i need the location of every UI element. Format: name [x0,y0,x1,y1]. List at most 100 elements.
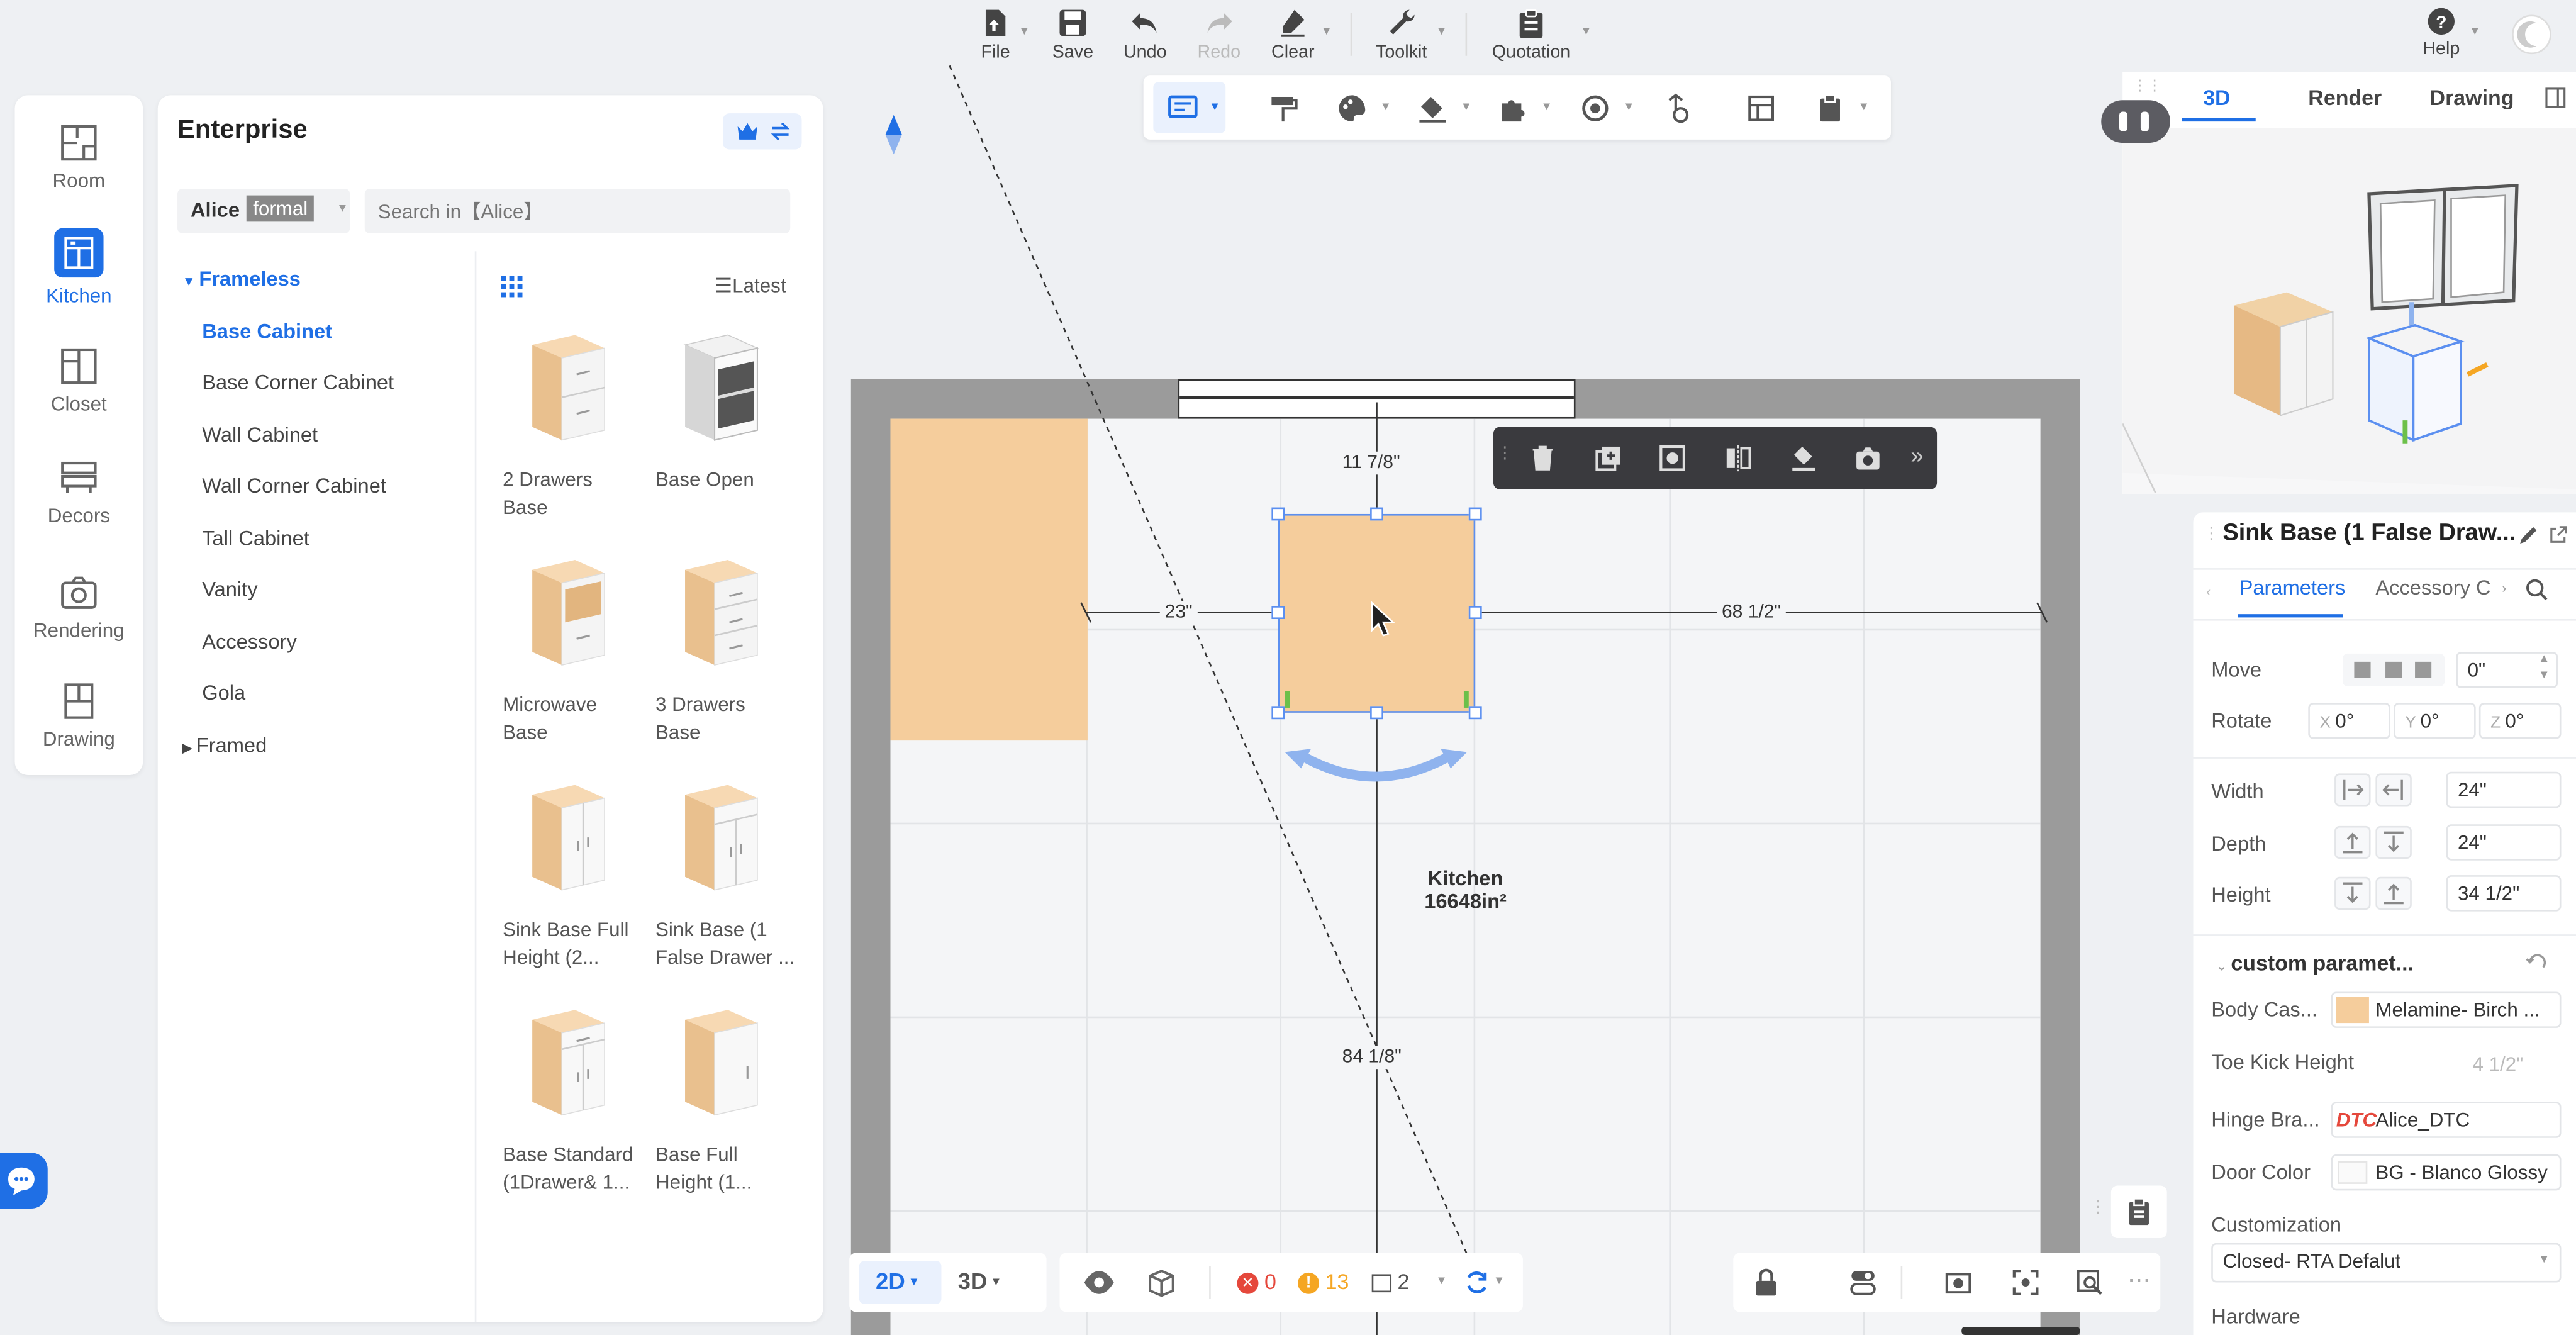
side-clipboard-button[interactable] [2110,1185,2167,1239]
product-card[interactable]: Microwave Base [503,550,654,747]
more-tools-icon[interactable]: » [1910,442,1923,468]
clipboard-tool-icon[interactable] [1814,92,1846,125]
category-accessory[interactable]: Accessory [202,630,297,654]
group-frameless[interactable]: ▼ Frameless [182,267,301,291]
tab-render[interactable]: Render [2308,86,2382,110]
product-card[interactable]: Base Open [655,325,806,494]
rotate-y-input[interactable]: Y 0° [2394,703,2476,739]
nav-closet[interactable]: Closet [15,345,143,415]
popout-icon[interactable] [2550,525,2568,544]
duplicate-icon[interactable] [1593,444,1623,473]
dimension-label-right[interactable]: 68 1/2" [1717,601,1786,624]
preview-grip-icon[interactable]: ⋮⋮ [2133,77,2162,96]
reset-icon[interactable] [2525,952,2548,976]
category-tall-cabinet[interactable]: Tall Cabinet [202,527,309,550]
dimension-label-bottom[interactable]: 84 1/8" [1337,1046,1407,1070]
recycle-icon[interactable] [1659,92,1692,125]
sort-latest[interactable]: ☰Latest [715,274,786,298]
category-wall-cabinet[interactable]: Wall Cabinet [202,423,318,447]
product-card[interactable]: Base Standard (1Drawer& 1... [503,1000,654,1197]
expand-panel-icon[interactable] [2545,87,2566,108]
tabs-prev-icon[interactable]: ‹ [2206,584,2211,599]
resize-handle[interactable] [1370,507,1383,521]
brand-select[interactable]: Alice formal ▼ [177,189,350,233]
resize-handle[interactable] [1468,606,1482,620]
toggle-icon[interactable] [1848,1268,1878,1297]
target-icon[interactable] [1579,92,1612,125]
tab-drawing[interactable]: Drawing [2430,86,2514,110]
library-switch[interactable] [723,113,802,150]
dimension-label-left[interactable]: 23" [1159,601,1198,624]
width-anchor-right[interactable] [2375,773,2412,807]
chat-button[interactable] [0,1153,48,1209]
view-3d-button[interactable]: 3D ▼ [958,1268,1002,1294]
lock-icon[interactable] [1751,1268,1781,1297]
layer-count[interactable]: 2 [1371,1270,1409,1294]
width-anchor-left[interactable] [2334,773,2371,807]
hinge-select[interactable]: DTC Alice_DTC [2331,1102,2562,1138]
nav-rendering[interactable]: Rendering [15,571,143,642]
toggle-preview-button[interactable] [2101,100,2170,143]
height-input[interactable]: 34 1/2" [2446,875,2562,912]
category-vanity[interactable]: Vanity [202,578,257,601]
resize-handle[interactable] [1271,507,1285,521]
height-anchor-bottom[interactable] [2375,876,2412,910]
warning-count[interactable]: ! 13 [1298,1270,1349,1294]
nav-kitchen[interactable]: Kitchen [15,226,143,307]
depth-input[interactable]: 24" [2446,824,2562,861]
product-card[interactable]: 2 Drawers Base [503,325,654,522]
quotation-caret-icon[interactable]: ▼ [1580,26,1592,38]
resize-handle[interactable] [1370,706,1383,720]
move-input[interactable]: 0" ▲ ▼ [2456,652,2558,688]
help-caret-icon[interactable]: ▼ [2469,26,2480,38]
layout-icon[interactable] [1745,92,1778,125]
dimension-label-top[interactable]: 11 7/8" [1337,451,1405,475]
depth-anchor-front[interactable] [2334,825,2371,859]
screenshot-icon[interactable] [1944,1268,1973,1297]
mirror-icon[interactable] [1724,444,1753,473]
delete-icon[interactable] [1528,444,1558,473]
category-base-cabinet[interactable]: Base Cabinet [202,320,332,344]
scroll-indicator[interactable] [1961,1326,2080,1335]
category-wall-corner-cabinet[interactable]: Wall Corner Cabinet [202,474,386,498]
camera-settings-icon[interactable] [1853,444,1883,473]
resize-handle[interactable] [1271,706,1285,720]
move-direction-buttons[interactable] [2343,653,2445,687]
drag-grip-icon[interactable]: ⋮ [1497,445,1513,463]
help-button[interactable]: ? Help [2405,6,2477,59]
avatar[interactable] [2512,14,2551,55]
library-search-input[interactable] [364,189,791,233]
resize-handle[interactable] [1468,507,1482,521]
room-label[interactable]: Kitchen 16648in² [1400,867,1531,913]
width-input[interactable]: 24" [2446,771,2562,808]
fit-view-icon[interactable] [2011,1268,2041,1297]
nav-room[interactable]: Room [15,121,143,192]
toe-kick-value[interactable]: 4 1/2" [2472,1053,2523,1076]
category-gola[interactable]: Gola [202,681,245,705]
nav-drawing[interactable]: Drawing [15,680,143,751]
resize-handle[interactable] [1271,606,1285,620]
sync-icon[interactable] [1464,1270,1490,1296]
material-brush-icon[interactable] [1789,444,1819,473]
depth-anchor-back[interactable] [2375,825,2412,859]
tab-3d[interactable]: 3D [2203,86,2230,110]
body-case-select[interactable]: Melamine- Birch ... [2331,991,2562,1028]
custom-params-section[interactable]: ⌄ custom paramet... [2216,951,2414,975]
height-anchor-top[interactable] [2334,876,2371,910]
box-icon[interactable] [1147,1268,1176,1297]
resize-handle[interactable] [1468,706,1482,720]
group-framed[interactable]: ▶ Framed [182,734,267,757]
compass-icon[interactable] [884,115,903,155]
replace-icon[interactable] [1658,444,1687,473]
product-card[interactable]: Base Full Height (1... [655,1000,806,1197]
edit-icon[interactable] [2517,524,2540,547]
more-icon[interactable]: ⋯ [2127,1266,2151,1293]
panel-grip-icon[interactable]: ⋮ [2090,1198,2106,1217]
tab-accessory[interactable]: Accessory C [2375,576,2490,600]
error-count[interactable]: ✕ 0 [1237,1270,1276,1294]
category-base-corner-cabinet[interactable]: Base Corner Cabinet [202,371,394,394]
tab-parameters[interactable]: Parameters [2239,576,2346,600]
product-card[interactable]: 3 Drawers Base [655,550,806,747]
eye-icon[interactable] [1083,1268,1115,1297]
rotate-handle-icon[interactable] [1281,739,1470,788]
